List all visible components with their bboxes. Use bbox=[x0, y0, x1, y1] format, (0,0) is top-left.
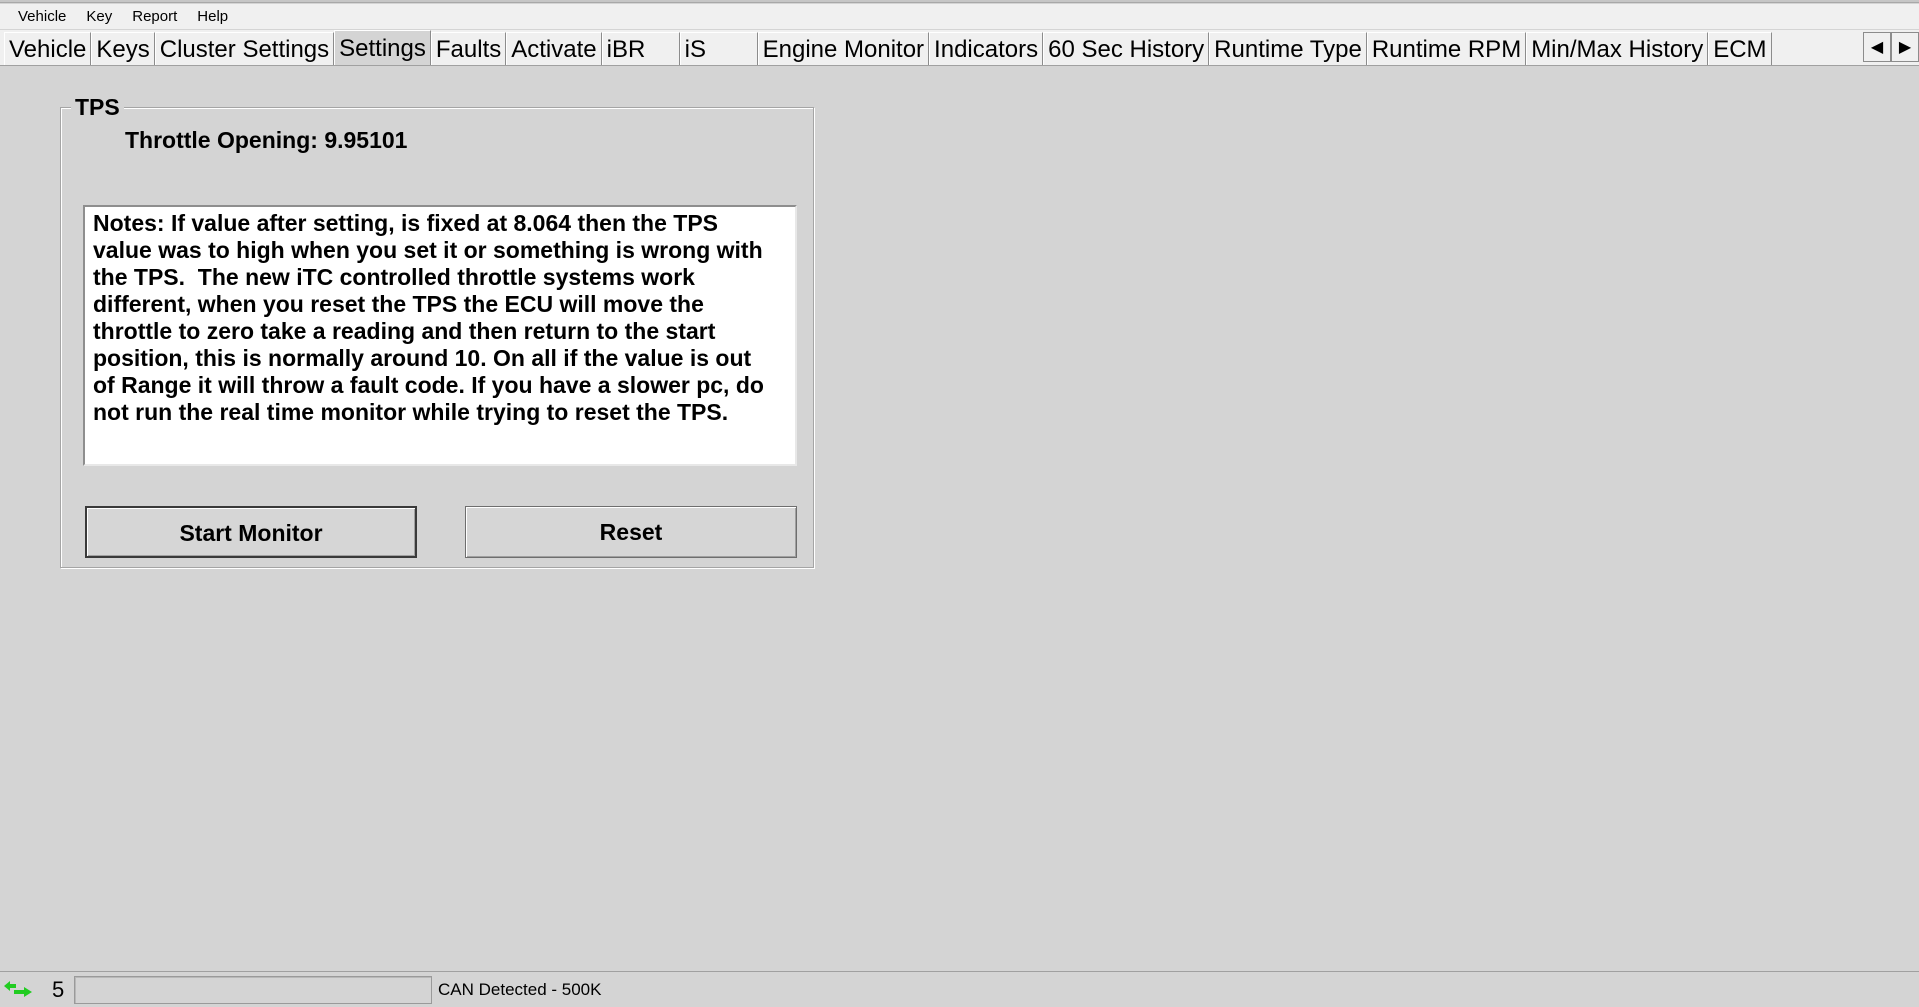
tab-60-sec-history[interactable]: 60 Sec History bbox=[1043, 32, 1210, 65]
status-bar: 5 CAN Detected - 500K bbox=[0, 971, 1919, 1007]
tab-scroll-buttons: ◀ ▶ bbox=[1863, 32, 1919, 62]
tab-runtime-type[interactable]: Runtime Type bbox=[1209, 32, 1367, 65]
tab-list: Vehicle Keys Cluster Settings Settings F… bbox=[4, 30, 1772, 65]
tps-group-title: TPS bbox=[71, 94, 124, 120]
tab-activate[interactable]: Activate bbox=[506, 32, 602, 65]
tab-keys[interactable]: Keys bbox=[91, 32, 155, 65]
scroll-left-icon[interactable]: ◀ bbox=[1863, 32, 1891, 62]
throttle-opening-value: 9.95101 bbox=[324, 127, 408, 153]
tab-engine-monitor[interactable]: Engine Monitor bbox=[757, 32, 930, 65]
status-field bbox=[74, 976, 432, 1004]
notes-textbox[interactable]: Notes: If value after setting, is fixed … bbox=[83, 205, 797, 466]
menu-bar: Vehicle Key Report Help bbox=[0, 4, 1919, 29]
tab-ecm[interactable]: ECM bbox=[1708, 32, 1772, 65]
reset-button[interactable]: Reset bbox=[465, 506, 797, 558]
throttle-opening-label: Throttle Opening: bbox=[125, 127, 318, 153]
green-arrows-icon bbox=[4, 981, 32, 997]
tab-cluster-settings[interactable]: Cluster Settings bbox=[154, 32, 335, 65]
tab-runtime-rpm[interactable]: Runtime RPM bbox=[1366, 32, 1527, 65]
throttle-opening-readout: Throttle Opening: 9.95101 bbox=[125, 126, 407, 154]
tab-strip: Vehicle Keys Cluster Settings Settings F… bbox=[0, 30, 1919, 66]
tab-min-max-history[interactable]: Min/Max History bbox=[1526, 32, 1709, 65]
tab-settings[interactable]: Settings bbox=[334, 30, 431, 65]
menu-report[interactable]: Report bbox=[122, 5, 187, 29]
start-monitor-button[interactable]: Start Monitor bbox=[85, 506, 417, 558]
tab-is[interactable]: iS bbox=[679, 32, 758, 65]
tab-vehicle[interactable]: Vehicle bbox=[4, 32, 92, 65]
tab-ibr[interactable]: iBR bbox=[601, 32, 680, 65]
menu-help[interactable]: Help bbox=[187, 5, 238, 29]
window-top-border bbox=[0, 0, 1919, 3]
tps-groupbox: TPS Throttle Opening: 9.95101 Notes: If v… bbox=[60, 94, 814, 568]
tab-faults[interactable]: Faults bbox=[430, 32, 507, 65]
scroll-right-icon[interactable]: ▶ bbox=[1891, 32, 1919, 62]
tab-indicators[interactable]: Indicators bbox=[929, 32, 1044, 65]
menu-key[interactable]: Key bbox=[76, 5, 122, 29]
status-text: CAN Detected - 500K bbox=[438, 980, 602, 999]
menu-vehicle[interactable]: Vehicle bbox=[8, 5, 76, 29]
status-count: 5 bbox=[52, 977, 65, 1002]
